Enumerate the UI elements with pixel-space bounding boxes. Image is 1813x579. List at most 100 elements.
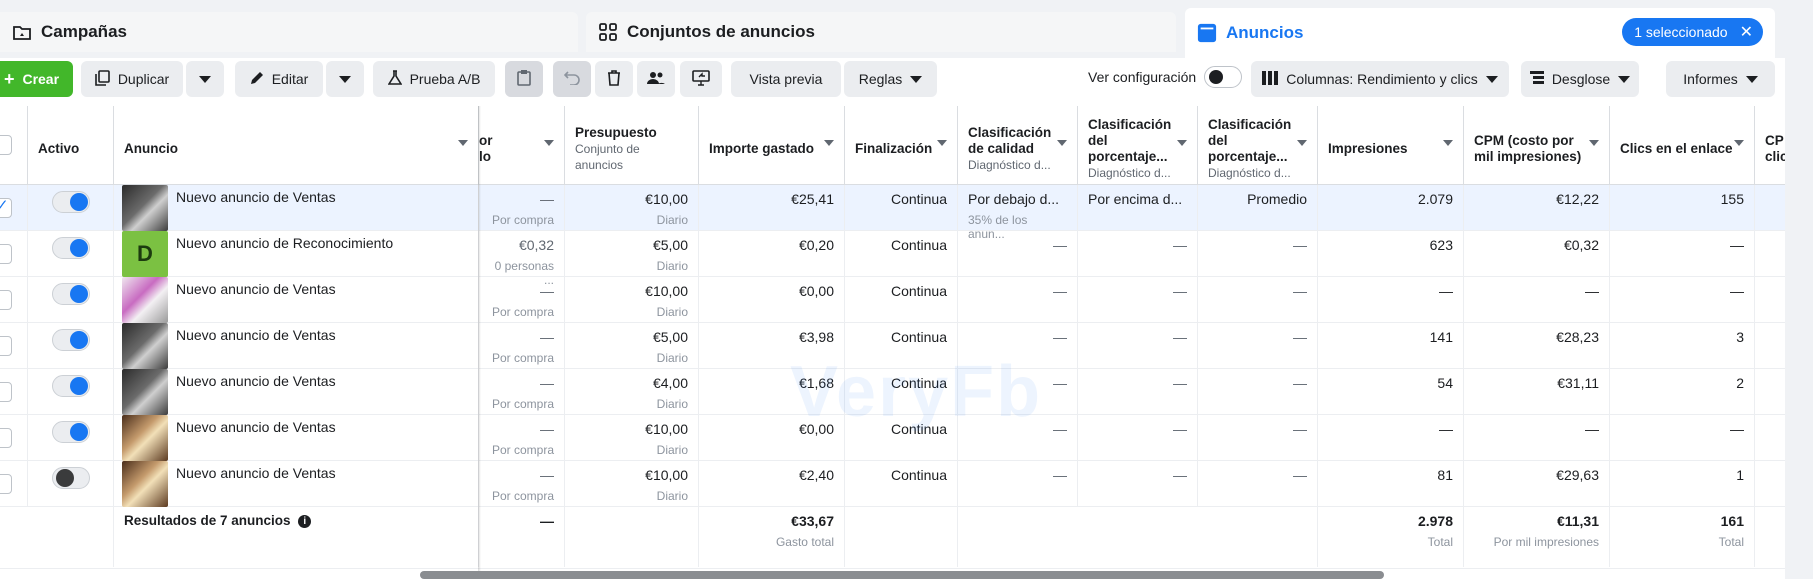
header-select-all[interactable] xyxy=(0,106,28,185)
row-select-cell[interactable] xyxy=(0,323,28,369)
tab-ads[interactable]: Anuncios 1 seleccionado ✕ xyxy=(1185,8,1775,58)
row-ad-cell[interactable]: Nuevo anuncio de Ventas xyxy=(114,277,479,323)
header-cpc[interactable]: CP clic xyxy=(1755,106,1785,185)
duplicate-button[interactable]: Duplicar xyxy=(81,61,183,97)
table-row[interactable]: Nuevo anuncio de Ventas — Por compra €10… xyxy=(0,461,1785,507)
conversion-value: — xyxy=(1293,375,1307,391)
active-toggle[interactable] xyxy=(52,375,90,397)
header-quality[interactable]: Clasificación de calidad Diagnóstico d..… xyxy=(958,106,1078,185)
undo-icon xyxy=(563,70,580,88)
row-ad-cell[interactable]: Nuevo anuncio de Ventas xyxy=(114,185,479,231)
ad-name[interactable]: Nuevo anuncio de Ventas xyxy=(176,373,336,389)
row-select-cell[interactable]: ✓ xyxy=(0,185,28,231)
active-toggle[interactable] xyxy=(52,191,90,213)
edit-dropdown[interactable] xyxy=(326,61,364,97)
header-impressions[interactable]: Impresiones xyxy=(1318,106,1464,185)
breakdown-button[interactable]: Desglose xyxy=(1521,61,1639,97)
table-row[interactable]: ✓ Nuevo anuncio de Ventas — Por compra €… xyxy=(0,185,1785,241)
duplicate-dropdown[interactable] xyxy=(186,61,224,97)
header-cpm-label: CPM (costo por mil impresiones) xyxy=(1474,132,1582,164)
row-budget-cell: €10,00 Diario xyxy=(565,461,699,507)
active-toggle[interactable] xyxy=(52,421,90,443)
table-row[interactable]: Nuevo anuncio de Ventas — Por compra €10… xyxy=(0,277,1785,323)
tab-adsets[interactable]: Conjuntos de anuncios xyxy=(586,12,1176,52)
columns-button[interactable]: Columnas: Rendimiento y clics xyxy=(1251,61,1509,97)
tab-campaigns[interactable]: Campañas xyxy=(0,12,578,52)
active-toggle[interactable] xyxy=(52,467,90,489)
row-ad-cell[interactable]: Nuevo anuncio de Ventas xyxy=(114,461,479,507)
info-icon[interactable]: i xyxy=(298,514,312,528)
active-toggle[interactable] xyxy=(52,237,90,259)
ad-name[interactable]: Nuevo anuncio de Reconocimiento xyxy=(176,235,393,251)
edit-button[interactable]: Editar xyxy=(235,61,323,97)
row-checkbox[interactable] xyxy=(0,336,12,356)
header-engagement[interactable]: Clasificación del porcentaje... Diagnóst… xyxy=(1078,106,1198,185)
chevron-down-icon xyxy=(339,71,351,87)
header-end[interactable]: Finalización xyxy=(845,106,958,185)
spent-value: €25,41 xyxy=(791,191,834,207)
end-value: Continua xyxy=(890,283,947,299)
ad-name[interactable]: Nuevo anuncio de Ventas xyxy=(176,189,336,205)
delete-button[interactable] xyxy=(595,61,633,97)
header-ad[interactable]: Anuncio xyxy=(114,106,479,185)
row-ad-cell[interactable]: Nuevo anuncio de Ventas xyxy=(114,415,479,461)
row-select-cell[interactable] xyxy=(0,461,28,507)
header-conversion[interactable]: Clasificación del porcentaje... Diagnóst… xyxy=(1198,106,1318,185)
tab-adsets-label: Conjuntos de anuncios xyxy=(627,22,815,41)
row-cost-cell: €0,32 0 personas ... xyxy=(479,231,565,287)
ad-name[interactable]: Nuevo anuncio de Ventas xyxy=(176,419,336,435)
row-conversion-cell: Promedio xyxy=(1198,185,1318,231)
row-select-cell[interactable] xyxy=(0,231,28,277)
ad-name[interactable]: Nuevo anuncio de Ventas xyxy=(176,465,336,481)
reports-button[interactable]: Informes xyxy=(1666,61,1775,97)
row-checkbox[interactable] xyxy=(0,244,12,264)
header-active[interactable]: Activo xyxy=(28,106,114,185)
horizontal-scrollbar[interactable] xyxy=(420,571,1384,579)
edit-label: Editar xyxy=(271,71,309,87)
header-result-cost[interactable]: or lo xyxy=(479,106,565,185)
active-toggle[interactable] xyxy=(52,283,90,305)
selected-badge[interactable]: 1 seleccionado ✕ xyxy=(1622,18,1763,46)
trash-icon xyxy=(607,69,621,89)
cost-sub: Por compra xyxy=(491,351,554,365)
header-spent[interactable]: Importe gastado xyxy=(699,106,845,185)
view-config-toggle[interactable] xyxy=(1204,66,1242,88)
row-checkbox[interactable] xyxy=(0,428,12,448)
row-engagement-cell: — xyxy=(1078,231,1198,277)
preview-button[interactable]: Vista previa xyxy=(731,61,841,97)
ad-name[interactable]: Nuevo anuncio de Ventas xyxy=(176,281,336,297)
row-select-cell[interactable] xyxy=(0,415,28,461)
ad-thumbnail xyxy=(122,185,168,231)
sort-caret-icon xyxy=(1057,140,1067,146)
undo-button[interactable] xyxy=(553,61,591,97)
header-cpm[interactable]: CPM (costo por mil impresiones) xyxy=(1464,106,1610,185)
sort-caret-icon xyxy=(544,140,554,146)
budget-sub: Diario xyxy=(656,489,688,503)
row-select-cell[interactable] xyxy=(0,369,28,415)
clipboard-icon xyxy=(517,69,531,89)
budget-sub: Diario xyxy=(656,351,688,365)
clipboard-button[interactable] xyxy=(505,61,543,97)
create-label: Crear xyxy=(22,71,60,87)
audience-button[interactable] xyxy=(637,61,675,97)
close-icon[interactable]: ✕ xyxy=(1740,22,1753,42)
row-checkbox[interactable] xyxy=(0,474,12,494)
rules-button[interactable]: Reglas xyxy=(844,61,937,97)
create-button[interactable]: + Crear xyxy=(0,61,73,97)
ad-name[interactable]: Nuevo anuncio de Ventas xyxy=(176,327,336,343)
row-checkbox[interactable]: ✓ xyxy=(0,197,12,218)
row-ad-cell[interactable]: Nuevo anuncio de Ventas xyxy=(114,369,479,415)
active-toggle[interactable] xyxy=(52,329,90,351)
row-ad-cell[interactable]: D Nuevo anuncio de Reconocimiento xyxy=(114,231,479,277)
budget-sub: Diario xyxy=(656,397,688,411)
header-budget[interactable]: Presupuesto Conjunto de anuncios xyxy=(565,106,699,185)
select-all-checkbox[interactable] xyxy=(0,135,12,155)
row-checkbox[interactable] xyxy=(0,382,12,402)
row-select-cell[interactable] xyxy=(0,277,28,323)
row-checkbox[interactable] xyxy=(0,290,12,310)
share-preview-button[interactable] xyxy=(680,61,722,97)
header-link-clicks[interactable]: Clics en el enlace xyxy=(1610,106,1755,185)
ab-test-button[interactable]: Prueba A/B xyxy=(373,61,495,97)
table-row[interactable]: D Nuevo anuncio de Reconocimiento €0,32 … xyxy=(0,231,1785,287)
row-ad-cell[interactable]: Nuevo anuncio de Ventas xyxy=(114,323,479,369)
